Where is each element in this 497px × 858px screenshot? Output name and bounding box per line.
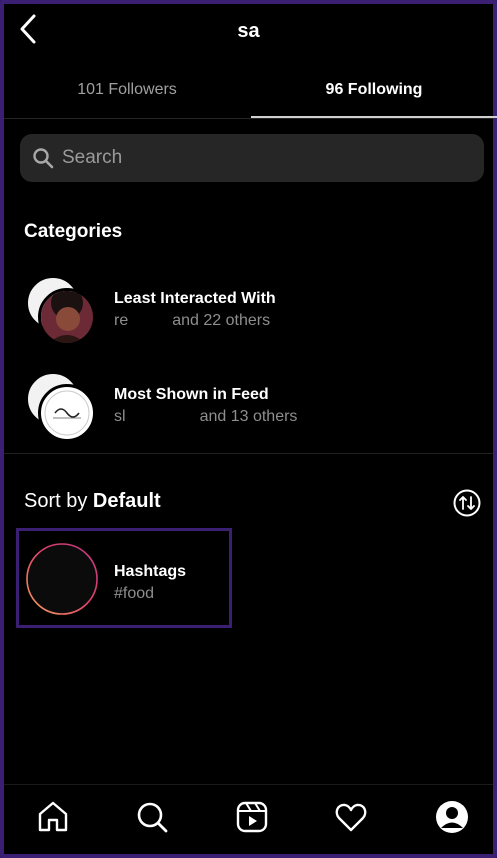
tab-following[interactable]: 96 Following: [251, 74, 497, 118]
category-subtitle: sl and 13 others: [114, 408, 298, 425]
search-input[interactable]: [62, 134, 462, 182]
hashtags-subtitle: #food: [114, 585, 155, 602]
app-frame: sa 101 Followers 96 Following Categories: [0, 0, 497, 858]
home-icon: [38, 801, 68, 832]
nav-reels-button[interactable]: [234, 799, 270, 835]
heart-icon: [335, 803, 367, 832]
sort-value: Default: [92, 490, 161, 512]
avatar: [38, 384, 96, 442]
avatar-stack: [24, 274, 96, 346]
tabs-divider: [4, 118, 493, 119]
sort-label: Sort by Default: [24, 490, 161, 512]
category-title: Most Shown in Feed: [114, 386, 269, 403]
category-subtitle: re and 22 others: [114, 312, 271, 329]
bottom-nav: [4, 784, 493, 854]
search-icon: [137, 802, 168, 833]
nav-search-button[interactable]: [134, 799, 170, 835]
profile-icon: [436, 801, 468, 833]
sort-arrows-icon: [453, 489, 481, 517]
hashtag-avatar: [25, 542, 99, 616]
category-least-interacted[interactable]: Least Interacted With re and 22 others: [4, 270, 493, 356]
avatar-stack: [24, 370, 96, 442]
hashtag-icon: [26, 543, 98, 615]
tab-followers[interactable]: 101 Followers: [4, 74, 250, 118]
nav-home-button[interactable]: [35, 799, 71, 835]
section-divider: [4, 453, 493, 454]
reels-icon: [236, 801, 268, 833]
search-bar[interactable]: [20, 134, 484, 182]
page-title: sa: [237, 20, 260, 42]
categories-heading: Categories: [24, 221, 123, 242]
category-title: Least Interacted With: [114, 290, 276, 307]
sort-button[interactable]: [452, 488, 482, 518]
nav-profile-button[interactable]: [434, 799, 470, 835]
hashtags-title: Hashtags: [114, 563, 187, 580]
nav-activity-button[interactable]: [333, 799, 369, 835]
search-icon: [33, 148, 54, 169]
follow-tabs: 101 Followers 96 Following: [4, 74, 497, 120]
header: sa: [4, 4, 493, 62]
avatar: [38, 288, 96, 346]
active-tab-indicator: [251, 116, 497, 118]
hashtags-row[interactable]: Hashtags #food: [16, 528, 232, 628]
category-most-shown[interactable]: Most Shown in Feed sl and 13 others: [4, 366, 493, 452]
